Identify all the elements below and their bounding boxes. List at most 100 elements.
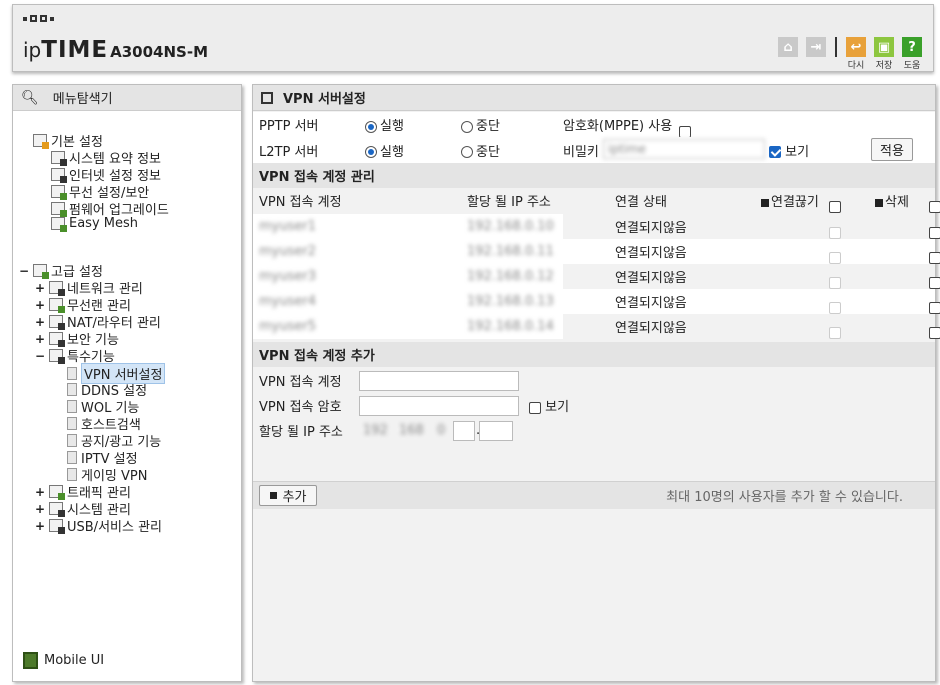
secret-key-input[interactable]: iptime xyxy=(603,139,765,159)
apply-button[interactable]: 적용 xyxy=(871,138,913,161)
delete-checkbox[interactable] xyxy=(929,251,940,264)
search-icon: 🔍︎ xyxy=(21,89,39,106)
nav-item-easy-mesh[interactable]: Easy Mesh xyxy=(51,216,138,232)
pptp-stop-radio[interactable]: 중단 xyxy=(461,115,500,134)
mppe-checkbox[interactable] xyxy=(679,125,691,138)
mobile-ui-link[interactable]: Mobile UI xyxy=(23,652,104,669)
wifi-icon xyxy=(49,298,65,313)
delete-checkbox[interactable] xyxy=(929,276,940,289)
expand-icon: + xyxy=(35,297,46,312)
user-limit-note: 최대 10명의 사용자를 추가 할 수 있습니다. xyxy=(666,490,903,505)
header-toolbar: ⌂ ⇥ ↩ 다시 ▣ 저장 ? 도움 xyxy=(777,37,923,71)
page-icon xyxy=(67,434,77,447)
logo-mark xyxy=(23,15,54,22)
disconnect-checkbox[interactable] xyxy=(829,301,841,314)
password-show-toggle[interactable]: 보기 xyxy=(529,396,569,415)
disconnect-checkbox[interactable] xyxy=(829,326,841,339)
secret-key-label: 비밀키 xyxy=(563,144,599,160)
page-icon xyxy=(67,417,77,430)
folder-icon xyxy=(33,134,49,149)
table-row: myuser2 192.168.0.11 연결되지않음 xyxy=(253,239,940,264)
help-icon: ? xyxy=(902,37,922,57)
delete-checkbox[interactable] xyxy=(929,326,940,339)
menu-explorer: 🔍︎ 메뉴탐색기 기본 설정 시스템 요약 정보 인터넷 설정 정보 무선 설정… xyxy=(12,84,242,682)
folder-icon xyxy=(33,264,49,279)
network-icon xyxy=(49,281,65,296)
add-section-header: VPN 접속 계정 추가 xyxy=(253,342,935,367)
new-password-input[interactable] xyxy=(359,396,519,416)
logout-icon: ⇥ xyxy=(806,37,826,57)
model-name: A3004NS-M xyxy=(110,43,208,61)
secret-show-toggle[interactable]: 보기 xyxy=(769,141,809,160)
special-icon xyxy=(49,349,65,364)
page-icon xyxy=(67,451,77,464)
delete-all-checkbox[interactable] xyxy=(929,200,940,213)
delete-checkbox[interactable] xyxy=(929,226,940,239)
mppe-label: 암호화(MPPE) 사용 xyxy=(563,119,673,134)
col-disconnect[interactable]: 연결끊기 xyxy=(761,191,819,210)
pptp-row: PPTP 서버 실행 중단 암호화(MPPE) 사용 xyxy=(253,112,935,138)
home-icon: ⌂ xyxy=(778,37,798,57)
disconnect-all-checkbox[interactable] xyxy=(829,200,841,213)
menu-explorer-header: 🔍︎ 메뉴탐색기 xyxy=(13,85,241,111)
expand-icon: + xyxy=(35,280,46,295)
page-icon xyxy=(261,91,273,104)
menu-explorer-title: 메뉴탐색기 xyxy=(52,92,113,107)
expand-icon: + xyxy=(35,314,46,329)
toolbar-divider xyxy=(835,37,837,57)
table-row: myuser4 192.168.0.13 연결되지않음 xyxy=(253,289,940,314)
pptp-label: PPTP 서버 xyxy=(259,119,319,134)
router-icon xyxy=(49,315,65,330)
add-ip-row: 할당 될 IP 주소 192 168 0 . xyxy=(253,418,935,443)
ip-octet-4-input[interactable] xyxy=(453,421,475,441)
table-row: myuser3 192.168.0.12 연결되지않음 xyxy=(253,264,940,289)
page-icon xyxy=(67,468,77,481)
l2tp-stop-radio[interactable]: 중단 xyxy=(461,141,500,160)
disconnect-checkbox[interactable] xyxy=(829,276,841,289)
ip-suffix-input[interactable] xyxy=(479,421,513,441)
globe-icon xyxy=(51,168,67,183)
page-icon xyxy=(67,383,77,396)
disconnect-checkbox[interactable] xyxy=(829,226,841,239)
add-password-row: VPN 접속 암호 보기 xyxy=(253,393,935,418)
save-icon: ▣ xyxy=(874,37,894,57)
col-delete[interactable]: 삭제 xyxy=(875,191,909,210)
main-panel: VPN 서버설정 PPTP 서버 실행 중단 암호화(MPPE) 사용 L2TP… xyxy=(252,84,940,682)
help-button[interactable]: ? 도움 xyxy=(901,37,923,71)
refresh-button[interactable]: ↩ 다시 xyxy=(845,37,867,71)
home-button[interactable]: ⌂ xyxy=(777,37,799,57)
mesh-icon xyxy=(51,217,67,232)
col-status: 연결 상태 xyxy=(615,195,667,210)
logout-button[interactable]: ⇥ xyxy=(805,37,827,57)
account-section-header: VPN 접속 계정 관리 xyxy=(253,163,935,188)
pptp-run-radio[interactable]: 실행 xyxy=(365,115,404,134)
nav-item-usb-service[interactable]: + USB/서비스 관리 xyxy=(35,516,162,536)
usb-icon xyxy=(49,519,65,534)
new-account-input[interactable] xyxy=(359,371,519,391)
plus-icon xyxy=(269,492,277,499)
disconnect-checkbox[interactable] xyxy=(829,251,841,264)
add-bar: 추가 최대 10명의 사용자를 추가 할 수 있습니다. xyxy=(253,481,935,509)
collapse-icon: − xyxy=(35,348,46,363)
show-checkbox xyxy=(769,146,781,158)
col-ip: 할당 될 IP 주소 xyxy=(467,195,551,210)
collapse-icon[interactable]: − xyxy=(19,264,29,278)
chart-icon xyxy=(51,151,67,166)
header: ipTIME A3004NS-M ⌂ ⇥ ↩ 다시 ▣ 저장 ? 도움 xyxy=(12,4,934,72)
lock-icon xyxy=(49,332,65,347)
expand-icon: + xyxy=(35,331,46,346)
expand-icon: + xyxy=(35,484,46,499)
table-row: myuser5 192.168.0.14 연결되지않음 xyxy=(253,314,940,339)
save-button[interactable]: ▣ 저장 xyxy=(873,37,895,71)
page-title-bar: VPN 서버설정 xyxy=(253,85,935,111)
square-icon xyxy=(875,198,883,207)
page-icon xyxy=(67,367,77,380)
add-button[interactable]: 추가 xyxy=(259,485,317,506)
l2tp-run-radio[interactable]: 실행 xyxy=(365,141,404,160)
firmware-icon xyxy=(51,202,67,217)
wifi-icon xyxy=(51,185,67,200)
system-icon xyxy=(49,502,65,517)
page-icon xyxy=(67,400,77,413)
col-account: VPN 접속 계정 xyxy=(259,195,342,210)
delete-checkbox[interactable] xyxy=(929,301,940,314)
